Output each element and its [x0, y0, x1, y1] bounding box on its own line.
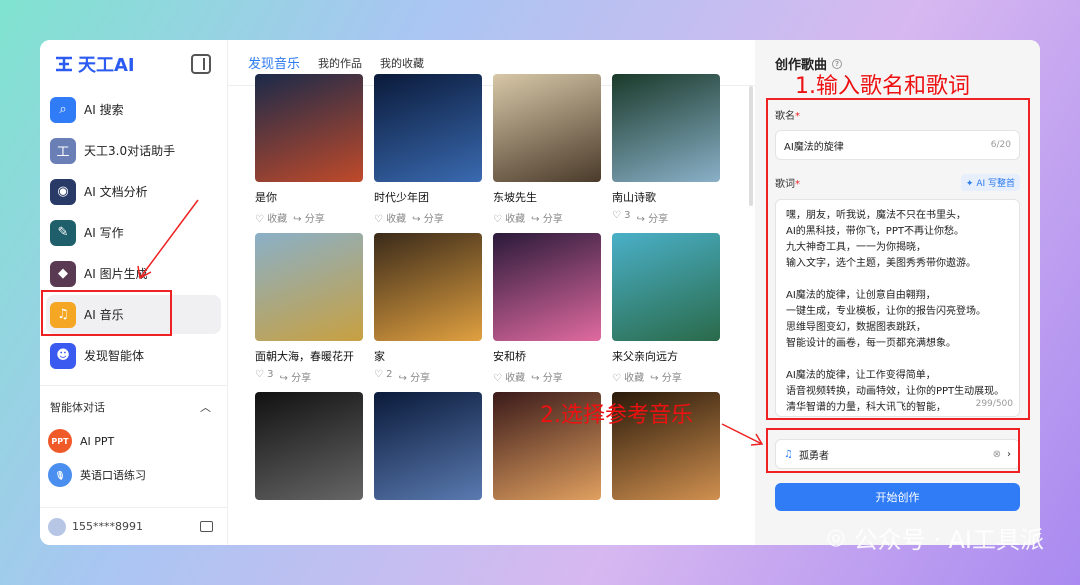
share-button[interactable]: ↪ 分享 — [412, 210, 444, 225]
avatar — [48, 517, 66, 536]
user-row[interactable]: 155****8991 — [40, 507, 227, 545]
song-title: 是你 — [255, 191, 277, 204]
agents-header-label: 智能体对话 — [50, 401, 105, 414]
sidebar-item-label: 天工3.0对话助手 — [84, 144, 176, 158]
favorite-button[interactable]: ♡ 2 — [374, 369, 393, 384]
share-button[interactable]: ↪ 分享 — [531, 369, 563, 384]
tab-discover-music[interactable]: 发现音乐 — [248, 53, 300, 72]
logo-text: 天工AI — [78, 55, 135, 76]
music-card[interactable]: 时代少年团 ♡ 收藏 ↪ 分享 — [374, 74, 482, 225]
agents-section-header[interactable]: 智能体对话 ︿ — [40, 396, 227, 418]
sidebar-item-icon: 工 — [50, 137, 76, 164]
cover-image[interactable] — [493, 233, 601, 341]
song-title: 南山诗歌 — [612, 191, 656, 204]
agent-label: 英语口语练习 — [80, 469, 146, 482]
sidebar-item-icon: ✎ — [50, 219, 76, 246]
cover-image[interactable] — [255, 233, 363, 341]
watermark: ◎ 公众号 · AI工具派 — [826, 520, 1044, 555]
sidebar-item-label: 发现智能体 — [84, 349, 145, 363]
cover-image[interactable] — [374, 233, 482, 341]
tab-my-favorites[interactable]: 我的收藏 — [380, 55, 424, 71]
music-card[interactable] — [255, 392, 363, 500]
music-card[interactable]: 南山诗歌 ♡ 3 ↪ 分享 — [612, 74, 720, 225]
cover-image[interactable] — [612, 233, 720, 341]
share-button[interactable]: ↪ 分享 — [399, 369, 431, 384]
music-card[interactable]: 面朝大海，春暖花开 ♡ 3 ↪ 分享 — [255, 233, 363, 384]
share-button[interactable]: ↪ 分享 — [637, 210, 669, 225]
cover-image[interactable] — [374, 392, 482, 500]
watermark-text: 公众号 · AI工具派 — [853, 526, 1044, 554]
cover-image[interactable] — [255, 392, 363, 500]
favorite-button[interactable]: ♡ 收藏 — [493, 210, 525, 225]
share-button[interactable]: ↪ 分享 — [650, 369, 682, 384]
collapse-sidebar-icon[interactable] — [191, 54, 211, 74]
cover-image[interactable] — [374, 74, 482, 182]
sidebar-item-label: AI 搜索 — [84, 103, 124, 117]
sidebar-item-6[interactable]: ☻ 发现智能体 — [46, 336, 221, 375]
book-icon[interactable] — [200, 521, 213, 532]
tab-my-works[interactable]: 我的作品 — [318, 55, 362, 71]
annotation-step1: 1.输入歌名和歌词 — [795, 74, 970, 99]
start-create-button[interactable]: 开始创作 — [775, 483, 1020, 511]
share-button[interactable]: ↪ 分享 — [280, 369, 312, 384]
agent-label: AI PPT — [80, 434, 115, 448]
favorite-button[interactable]: ♡ 收藏 — [374, 210, 406, 225]
cover-image[interactable] — [255, 74, 363, 182]
sidebar-item-label: AI 写作 — [84, 226, 124, 240]
favorite-button[interactable]: ♡ 收藏 — [493, 369, 525, 384]
favorite-button[interactable]: ♡ 收藏 — [612, 369, 644, 384]
music-card[interactable]: 安和桥 ♡ 收藏 ↪ 分享 — [493, 233, 601, 384]
main-scrollbar[interactable] — [749, 86, 753, 206]
favorite-button[interactable]: ♡ 3 — [612, 210, 631, 225]
music-card[interactable]: 家 ♡ 2 ↪ 分享 — [374, 233, 482, 384]
tiangong-logo-icon — [56, 56, 72, 72]
sidebar-item-icon: ◆ — [50, 260, 76, 287]
music-card[interactable]: 东坡先生 ♡ 收藏 ↪ 分享 — [493, 74, 601, 225]
agent-list: PPT AI PPT 🎙 英语口语练习 — [40, 418, 227, 492]
music-card[interactable]: 来父亲向远方 ♡ 收藏 ↪ 分享 — [612, 233, 720, 384]
sidebar-item-0[interactable]: ⌕ AI 搜索 — [46, 90, 221, 129]
agent-item-0[interactable]: PPT AI PPT — [40, 424, 227, 458]
agent-icon: PPT — [48, 429, 72, 453]
sidebar-item-1[interactable]: 工天工3.0对话助手 — [46, 131, 221, 170]
sidebar-item-icon: ☻ — [50, 342, 76, 369]
cover-image[interactable] — [612, 74, 720, 182]
divider — [40, 385, 227, 386]
music-card[interactable]: 是你 ♡ 收藏 ↪ 分享 — [255, 74, 363, 225]
song-title: 安和桥 — [493, 350, 526, 363]
annotation-box-lyrics — [766, 98, 1030, 420]
sidebar-item-icon: ◉ — [50, 178, 76, 205]
agent-icon: 🎙 — [48, 463, 72, 487]
song-title: 家 — [374, 350, 385, 363]
annotation-box-ai-music — [41, 290, 172, 336]
share-button[interactable]: ↪ 分享 — [531, 210, 563, 225]
agent-item-1[interactable]: 🎙 英语口语练习 — [40, 458, 227, 492]
share-button[interactable]: ↪ 分享 — [293, 210, 325, 225]
cover-image[interactable] — [493, 74, 601, 182]
help-icon[interactable]: ? — [832, 58, 843, 69]
chevron-up-icon: ︿ — [200, 401, 211, 414]
annotation-arrow-1 — [137, 199, 199, 280]
song-title: 来父亲向远方 — [612, 350, 678, 363]
annotation-box-music — [766, 428, 1020, 473]
song-title: 时代少年团 — [374, 191, 429, 204]
sidebar-item-icon: ⌕ — [50, 96, 76, 123]
annotation-arrow-2 — [721, 423, 764, 446]
main-content: 发现音乐 我的作品 我的收藏 是你 ♡ 收藏 ↪ 分享 时代少年团 ♡ 收藏 ↪ 分享 东坡… — [228, 40, 755, 545]
song-title: 面朝大海，春暖花开 — [255, 350, 354, 363]
user-phone: 155****8991 — [72, 520, 143, 533]
song-title: 东坡先生 — [493, 191, 537, 204]
app-logo[interactable]: 天工AI — [54, 51, 135, 77]
music-card[interactable] — [374, 392, 482, 500]
favorite-button[interactable]: ♡ 3 — [255, 369, 274, 384]
annotation-step2: 2.选择参考音乐 — [540, 403, 693, 428]
favorite-button[interactable]: ♡ 收藏 — [255, 210, 287, 225]
wechat-icon: ◎ — [826, 525, 846, 550]
